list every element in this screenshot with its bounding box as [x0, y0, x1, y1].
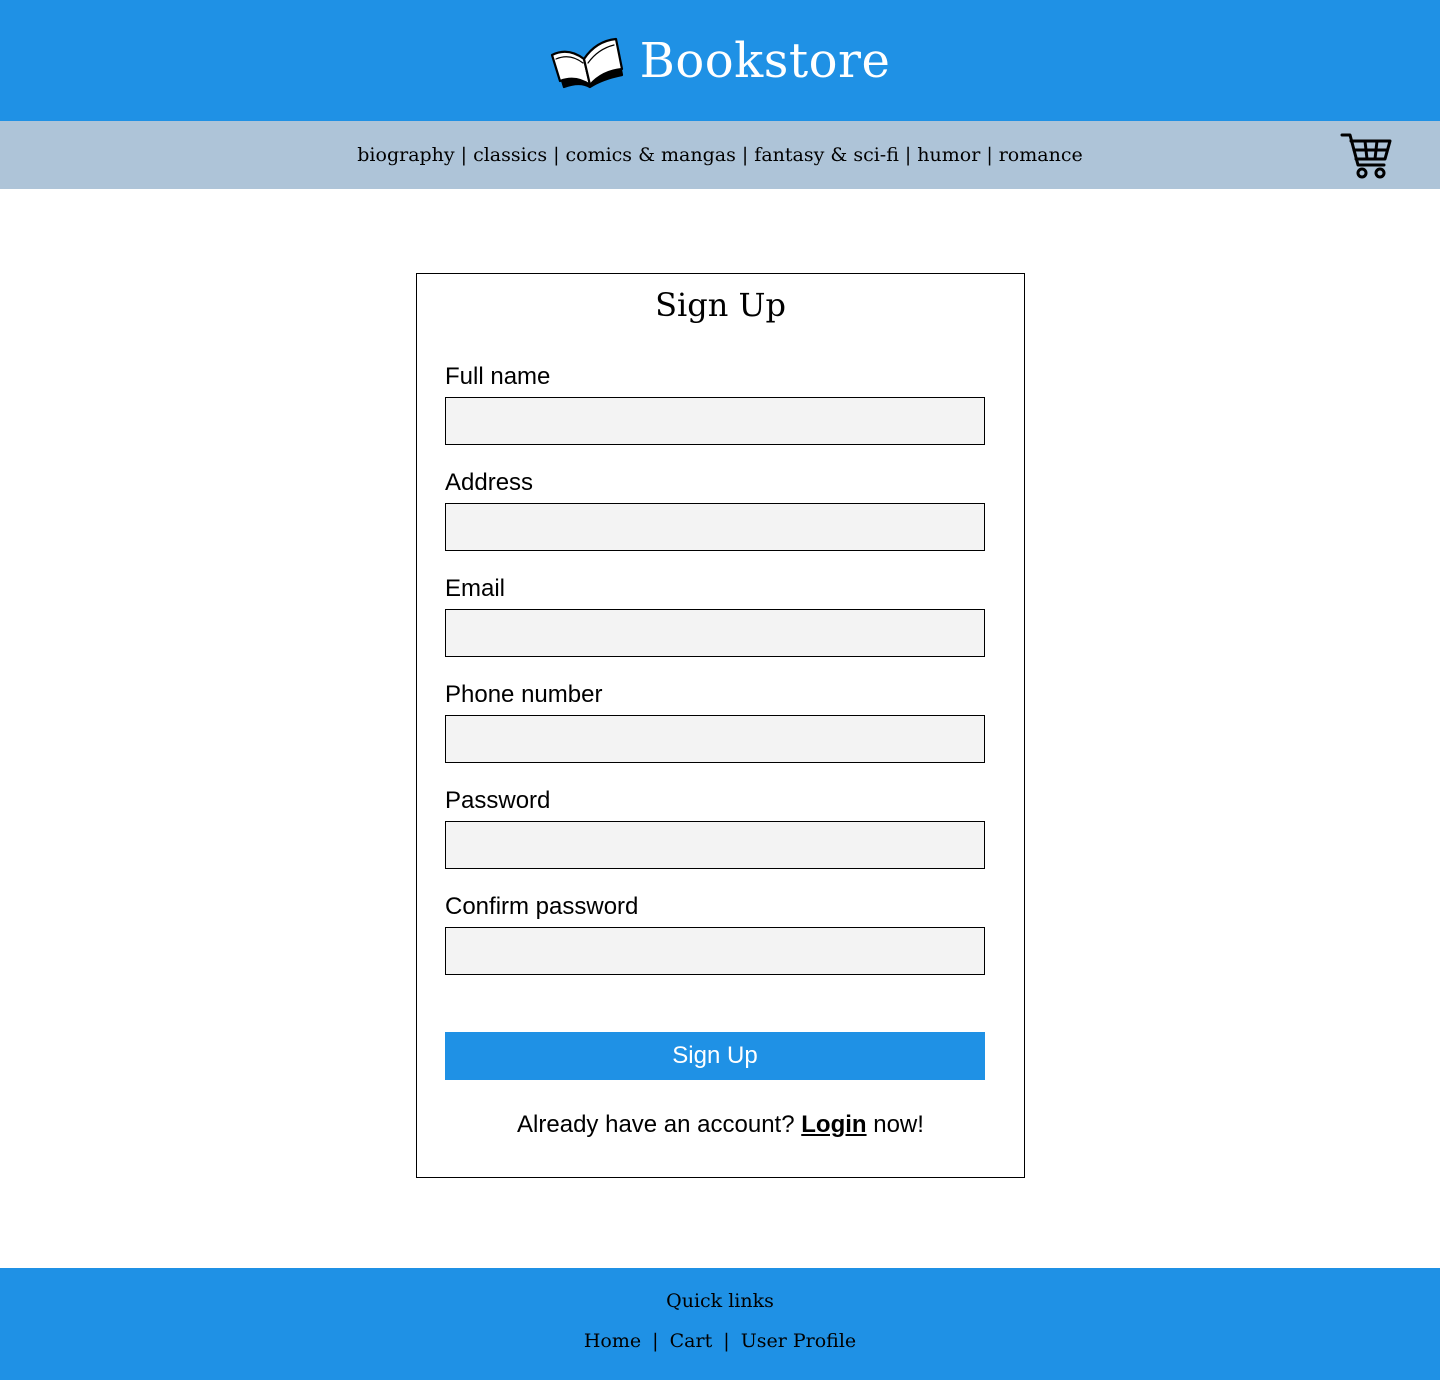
separator: | [986, 144, 993, 166]
category-biography[interactable]: biography [357, 144, 454, 166]
form-title: Sign Up [655, 286, 786, 324]
login-prompt-suffix: now! [873, 1111, 924, 1138]
brand[interactable]: Bookstore [550, 29, 891, 93]
full-name-label: Full name [445, 363, 551, 390]
site-header: Bookstore [0, 0, 1440, 121]
footer-link-user-profile[interactable]: User Profile [741, 1330, 856, 1352]
password-input[interactable] [445, 821, 985, 869]
open-book-icon [550, 29, 626, 93]
address-input[interactable] [445, 503, 985, 551]
separator: | [460, 144, 468, 166]
site-footer: Quick links Home | Cart | User Profile [0, 1268, 1440, 1380]
quick-links-title: Quick links [666, 1290, 774, 1312]
login-prompt-text: Already have an account? [517, 1111, 795, 1138]
category-fantasy-sci-fi[interactable]: fantasy & sci-fi [754, 144, 899, 166]
separator: | [741, 144, 749, 166]
category-links: biography | classics | comics & mangas |… [0, 121, 1440, 189]
login-link[interactable]: Login [801, 1111, 866, 1138]
full-name-input[interactable] [445, 397, 985, 445]
phone-number-label: Phone number [445, 681, 603, 708]
category-romance[interactable]: romance [999, 144, 1083, 166]
confirm-password-label: Confirm password [445, 893, 639, 920]
footer-link-cart[interactable]: Cart [670, 1330, 713, 1352]
address-label: Address [445, 469, 534, 496]
quick-links: Home | Cart | User Profile [0, 1330, 1440, 1352]
password-label: Password [445, 787, 551, 814]
category-navbar: biography | classics | comics & mangas |… [0, 121, 1440, 189]
category-classics[interactable]: classics [473, 144, 547, 166]
shopping-cart-icon [1338, 129, 1394, 181]
separator: | [723, 1330, 730, 1352]
confirm-password-input[interactable] [445, 927, 985, 975]
separator: | [904, 144, 912, 166]
separator: | [652, 1330, 659, 1352]
phone-number-input[interactable] [445, 715, 985, 763]
email-input[interactable] [445, 609, 985, 657]
cart-button[interactable] [1338, 129, 1394, 181]
login-prompt: Already have an account? Login now! [417, 1110, 1024, 1140]
site-title: Bookstore [639, 32, 891, 89]
signup-card: Sign Up Full name Address Email Phone nu… [416, 273, 1025, 1178]
sign-up-button[interactable]: Sign Up [445, 1032, 985, 1080]
separator: | [553, 144, 560, 166]
email-label: Email [445, 575, 506, 602]
category-humor[interactable]: humor [917, 144, 980, 166]
category-comics-mangas[interactable]: comics & mangas [565, 144, 735, 166]
footer-link-home[interactable]: Home [584, 1330, 641, 1352]
